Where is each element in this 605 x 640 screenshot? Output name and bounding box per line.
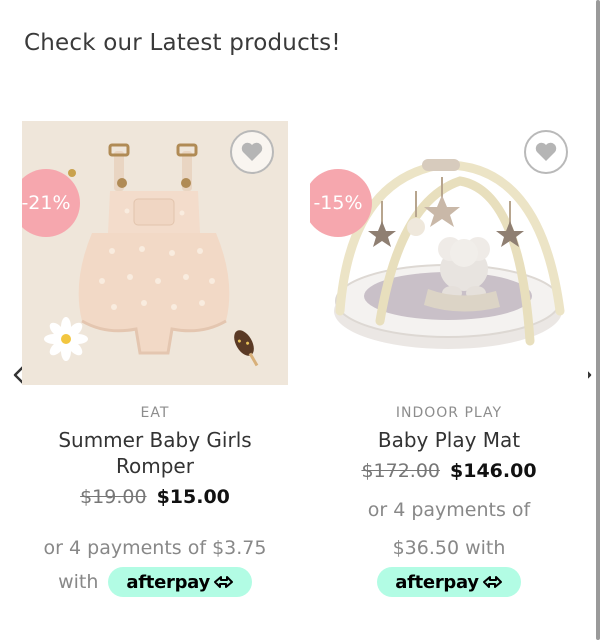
afterpay-row: with afterpay — [22, 567, 288, 597]
product-category[interactable]: EAT — [22, 405, 288, 421]
price-row: $19.00 $15.00 — [22, 485, 288, 509]
afterpay-label: afterpay — [395, 571, 479, 593]
afterpay-arrows-icon — [482, 576, 502, 588]
wishlist-button[interactable] — [524, 130, 568, 174]
installments-text: or 4 payments of $3.75 — [43, 537, 267, 559]
product-info: EAT Summer Baby Girls Romper $19.00 $15.0… — [22, 405, 288, 597]
product-info: INDOOR PLAY Baby Play Mat $172.00 $146.00… — [310, 405, 588, 597]
with-text: with — [58, 571, 99, 593]
page-title: Check our Latest products! — [24, 30, 341, 56]
afterpay-label: afterpay — [126, 571, 210, 593]
price-row: $172.00 $146.00 — [310, 459, 588, 483]
product-card-romper[interactable]: -21% EAT Summer Baby Girls Romper $19.00… — [22, 121, 288, 597]
scrollbar[interactable] — [596, 0, 600, 640]
product-category[interactable]: INDOOR PLAY — [310, 405, 588, 421]
wishlist-button[interactable] — [230, 130, 274, 174]
product-title-line[interactable]: Romper — [22, 453, 288, 479]
heart-icon — [241, 142, 263, 161]
product-image-romper[interactable]: -21% — [22, 121, 288, 385]
installments-line: $36.50 with — [392, 537, 506, 559]
product-title[interactable]: Summer Baby Girls Romper — [22, 427, 288, 479]
sale-price: $146.00 — [450, 460, 537, 482]
old-price: $172.00 — [361, 460, 441, 482]
afterpay-arrows-icon — [213, 576, 233, 588]
heart-icon — [535, 142, 557, 161]
product-title[interactable]: Baby Play Mat — [310, 427, 588, 453]
product-card-play-mat[interactable]: -15% INDOOR PLAY Baby Play Mat $172.00 $1… — [310, 121, 592, 597]
afterpay-logo[interactable]: afterpay — [377, 567, 521, 597]
old-price: $19.00 — [80, 486, 147, 508]
installments-text: or 4 payments of $36.50 with — [310, 491, 588, 567]
product-image-play-mat[interactable]: -15% — [310, 121, 588, 385]
sale-price: $15.00 — [156, 486, 230, 508]
afterpay-row: afterpay — [310, 567, 588, 597]
product-title-line[interactable]: Summer Baby Girls — [22, 427, 288, 453]
afterpay-logo[interactable]: afterpay — [108, 567, 252, 597]
installments-line: or 4 payments of — [367, 499, 531, 521]
